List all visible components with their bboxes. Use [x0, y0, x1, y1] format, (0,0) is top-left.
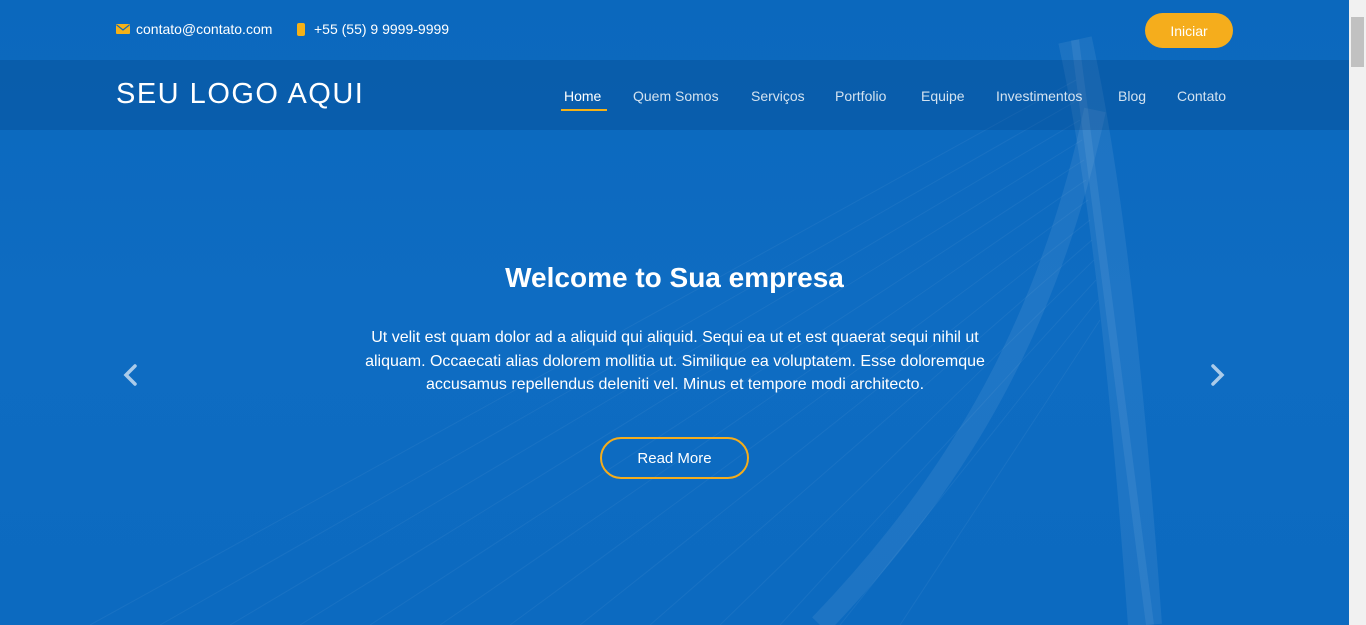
chevron-right-icon[interactable]	[1206, 362, 1228, 388]
email-text: contato@contato.com	[136, 21, 273, 37]
start-button[interactable]: Iniciar	[1145, 13, 1233, 48]
main-navbar: SEU LOGO AQUI Home Quem Somos Serviços P…	[0, 60, 1349, 130]
nav-item-quem-somos[interactable]: Quem Somos	[633, 88, 719, 104]
nav-item-contato[interactable]: Contato	[1177, 88, 1226, 104]
page-scrollbar[interactable]	[1349, 0, 1366, 625]
scrollbar-thumb[interactable]	[1351, 17, 1364, 67]
nav-item-blog[interactable]: Blog	[1118, 88, 1146, 104]
site-logo[interactable]: SEU LOGO AQUI	[116, 78, 364, 111]
active-nav-indicator	[561, 109, 607, 111]
phone-contact[interactable]: +55 (55) 9 9999-9999	[297, 21, 449, 37]
chevron-left-icon[interactable]	[120, 362, 142, 388]
nav-item-servicos[interactable]: Serviços	[751, 88, 805, 104]
hero-title: Welcome to Sua empresa	[505, 262, 844, 293]
read-more-button[interactable]: Read More	[600, 437, 749, 479]
nav-item-equipe[interactable]: Equipe	[921, 88, 965, 104]
mail-icon	[116, 24, 130, 34]
hero-text: Ut velit est quam dolor ad a aliquid qui…	[365, 329, 985, 393]
nav-item-home[interactable]: Home	[564, 88, 601, 104]
email-contact[interactable]: contato@contato.com	[116, 21, 272, 37]
phone-icon	[297, 22, 305, 36]
nav-item-portfolio[interactable]: Portfolio	[835, 88, 886, 104]
nav-item-investimentos[interactable]: Investimentos	[996, 88, 1082, 104]
top-bar: contato@contato.com +55 (55) 9 9999-9999…	[0, 0, 1349, 60]
phone-text: +55 (55) 9 9999-9999	[314, 21, 450, 37]
